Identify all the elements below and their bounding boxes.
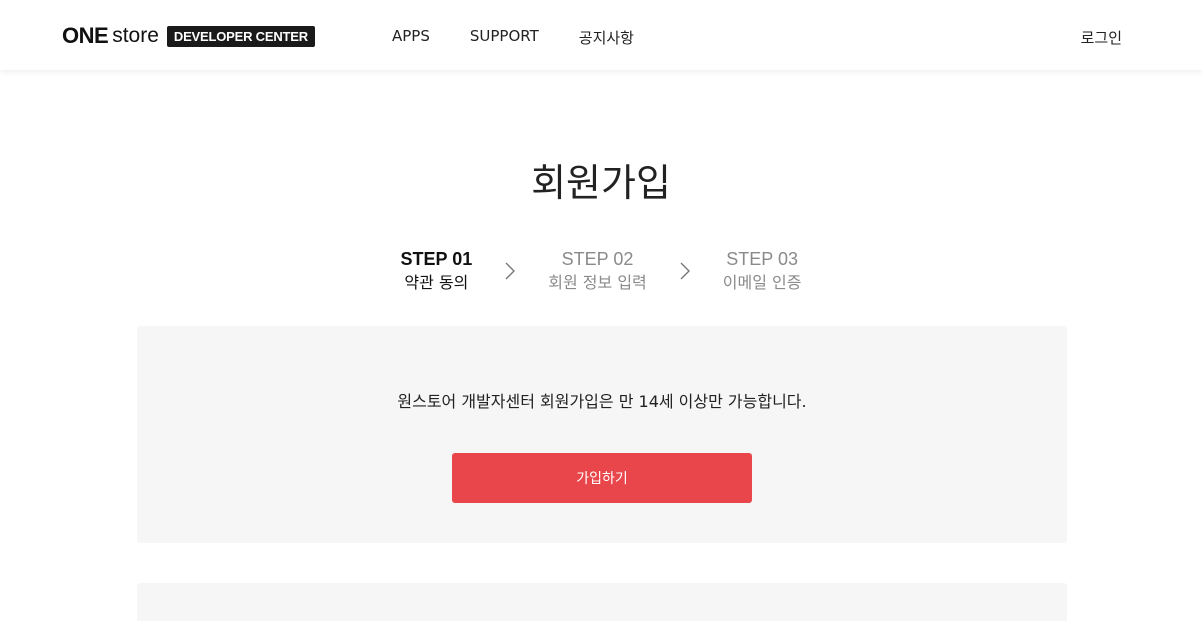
step-3: STEP 03 이메일 인증 xyxy=(723,247,802,295)
secondary-panel xyxy=(137,583,1067,621)
step-3-label: 이메일 인증 xyxy=(722,273,802,292)
step-2: STEP 02 회원 정보 입력 xyxy=(548,247,647,295)
logo-store-text: store xyxy=(112,24,159,47)
nav-item-support[interactable]: SUPPORT xyxy=(470,27,539,48)
login-link[interactable]: 로그인 xyxy=(1081,27,1122,48)
step-2-label: 회원 정보 입력 xyxy=(548,273,647,292)
top-header: ONE store DEVELOPER CENTER APPS SUPPORT … xyxy=(0,0,1202,70)
onestore-logo[interactable]: ONE store DEVELOPER CENTER xyxy=(62,23,315,49)
page: ONE store DEVELOPER CENTER APPS SUPPORT … xyxy=(0,0,1202,621)
join-button[interactable]: 가입하기 xyxy=(452,453,752,503)
age-notice-panel: 원스토어 개발자센터 회원가입은 만 14세 이상만 가능합니다. 가입하기 xyxy=(137,326,1067,543)
nav-item-notice[interactable]: 공지사항 xyxy=(579,27,634,48)
chevron-right-icon xyxy=(665,262,705,280)
logo-one-text: ONE xyxy=(62,23,109,48)
chevron-right-icon xyxy=(490,262,530,280)
step-1: STEP 01 약관 동의 xyxy=(401,247,473,295)
page-title: 회원가입 xyxy=(531,161,671,205)
step-2-number: STEP 02 xyxy=(561,249,634,269)
nav-item-apps[interactable]: APPS xyxy=(392,27,430,48)
step-1-label: 약관 동의 xyxy=(404,273,469,292)
developer-center-badge: DEVELOPER CENTER xyxy=(166,25,315,47)
step-1-number: STEP 01 xyxy=(400,249,473,269)
age-notice-text: 원스토어 개발자센터 회원가입은 만 14세 이상만 가능합니다. xyxy=(397,392,807,411)
signup-steps: STEP 01 약관 동의 STEP 02 회원 정보 입력 STEP 03 이… xyxy=(0,247,1202,295)
main-nav: APPS SUPPORT 공지사항 xyxy=(392,27,674,48)
step-3-number: STEP 03 xyxy=(726,249,798,269)
